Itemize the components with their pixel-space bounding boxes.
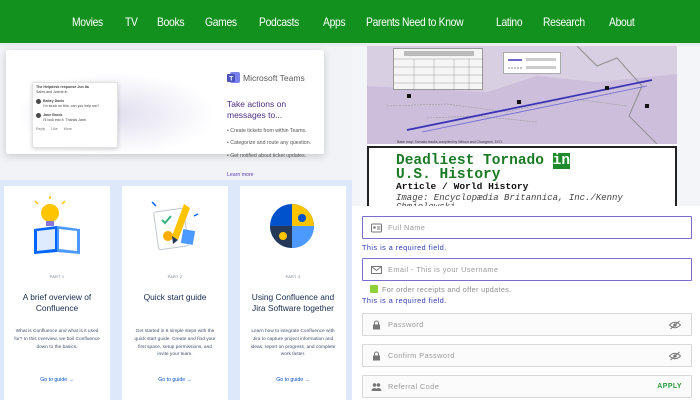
- offers-checkbox-label: For order receipts and offer updates.: [382, 285, 512, 294]
- nav-item-podcasts[interactable]: Podcasts: [259, 15, 299, 29]
- book-lightbulb-icon: [34, 196, 80, 254]
- guide-description: Learn how to integrate Confluence with J…: [250, 329, 336, 358]
- table-graphic: [394, 51, 484, 91]
- chat-message: Bailey Davis I'm stuck on this, can you …: [36, 99, 114, 109]
- map-caption: Base map: Tornado tracks compiled by Wil…: [397, 140, 503, 144]
- avatar: [36, 113, 41, 118]
- svg-text:T: T: [229, 76, 233, 83]
- chat-action-reply[interactable]: Reply: [36, 127, 45, 131]
- chat-text: I'm stuck on this, can you help me?: [43, 104, 100, 108]
- nav-item-books[interactable]: Books: [157, 15, 184, 29]
- confirm-password-field[interactable]: Confirm Password: [362, 344, 692, 367]
- article-category: Article / World History: [396, 181, 529, 192]
- email-error: This is a required field.: [362, 296, 447, 305]
- referral-code-field[interactable]: Referral Code APPLY: [362, 375, 692, 398]
- teams-feature-item: Create tickets from within Teams.: [227, 128, 311, 134]
- confirm-password-placeholder: Confirm Password: [388, 351, 455, 360]
- nav-item-apps[interactable]: Apps: [323, 15, 346, 29]
- offers-checkbox[interactable]: [370, 285, 378, 293]
- go-to-guide-link[interactable]: Go to guide →: [4, 377, 110, 383]
- lock-icon: [373, 351, 380, 361]
- tornado-track-map: Base map: Tornado tracks compiled by Wil…: [367, 46, 677, 144]
- tornado-article-panel: Base map: Tornado tracks compiled by Wil…: [367, 46, 677, 206]
- nav-menu: Movies TV Books Games Podcasts Apps Pare…: [72, 0, 656, 43]
- go-to-guide-link[interactable]: Go to guide →: [240, 377, 346, 383]
- hide-password-icon[interactable]: [669, 320, 681, 330]
- chat-subtitle: Sales and Jolene in: [36, 90, 68, 94]
- microsoft-teams-logo-icon: T: [227, 72, 240, 83]
- signup-form: Full Name This is a required field. Emai…: [352, 206, 700, 400]
- article-title-highlight: in: [552, 153, 571, 169]
- map-legend: [503, 52, 561, 74]
- nav-item-parents-need-to-know[interactable]: Parents Need to Know: [366, 15, 464, 29]
- map-data-table: [393, 48, 484, 91]
- nav-item-games[interactable]: Games: [205, 15, 237, 29]
- legend-graphic: [508, 58, 556, 69]
- guide-title: A brief overview of Confluence: [22, 292, 92, 313]
- teams-promo-card: The Helpdesk response Jun 8a Sales and J…: [6, 50, 324, 178]
- teams-headline: Take actions on messages to...: [227, 99, 287, 120]
- hide-password-icon[interactable]: [669, 351, 681, 361]
- nav-item-movies[interactable]: Movies: [72, 15, 103, 29]
- chat-message: Jane Brock I'll look into it. Thanks Jan…: [36, 113, 114, 123]
- full-name-error: This is a required field.: [362, 243, 447, 252]
- teams-feature-item: Get notified about ticket updates.: [227, 153, 311, 159]
- guide-title: Quick start guide: [143, 292, 207, 302]
- image-credit: Image: Encyclopædia Britannica, Inc./Ken…: [396, 193, 623, 207]
- nav-item-latino[interactable]: Latino: [496, 15, 523, 29]
- puzzle-globe-icon: [270, 204, 314, 248]
- guide-card-confluence-jira[interactable]: PART 3 Using Confluence and Jira Softwar…: [240, 186, 346, 400]
- nav-item-about[interactable]: About: [609, 15, 635, 29]
- guide-part-label: PART 1: [49, 275, 65, 279]
- guide-description: What is Confluence and what is it used f…: [14, 329, 100, 350]
- email-placeholder: Email - This is your Username: [388, 265, 499, 274]
- guide-part-label: PART 3: [285, 275, 301, 279]
- full-name-placeholder: Full Name: [388, 223, 426, 232]
- chat-action-more[interactable]: More: [64, 127, 72, 131]
- avatar: [36, 99, 41, 104]
- lock-icon: [373, 320, 380, 330]
- chat-actions: Reply Like More: [36, 127, 114, 131]
- teams-brand-name: Microsoft Teams: [243, 73, 305, 83]
- nav-item-tv[interactable]: TV: [125, 15, 138, 29]
- screenshot-collage: Movies TV Books Games Podcasts Apps Pare…: [0, 0, 700, 400]
- guide-card-quick-start[interactable]: PART 2 Quick start guide Get started in …: [122, 186, 228, 400]
- apply-button[interactable]: APPLY: [657, 383, 682, 390]
- chat-action-like[interactable]: Like: [51, 127, 58, 131]
- password-field[interactable]: Password: [362, 313, 692, 336]
- guide-card-overview[interactable]: PART 1 A brief overview of Confluence Wh…: [4, 186, 110, 400]
- nav-item-research[interactable]: Research: [543, 15, 585, 29]
- id-card-icon: [371, 223, 382, 233]
- password-placeholder: Password: [388, 320, 424, 329]
- chat-text: I'll look into it. Thanks Jane.: [43, 118, 87, 122]
- chat-preview: The Helpdesk response Jun 8a Sales and J…: [32, 82, 118, 148]
- referral-code-placeholder: Referral Code: [388, 382, 440, 391]
- go-to-guide-link[interactable]: Go to guide →: [122, 377, 228, 383]
- teams-feature-list: Create tickets from within Teams. Catego…: [227, 128, 311, 165]
- article-title: Deadliest Tornado in U.S. History: [396, 153, 571, 182]
- teams-promo-panel: The Helpdesk response Jun 8a Sales and J…: [0, 46, 352, 180]
- guide-part-label: PART 2: [167, 275, 183, 279]
- email-field[interactable]: Email - This is your Username: [362, 258, 692, 281]
- learn-more-link[interactable]: Learn more: [227, 172, 254, 178]
- guide-description: Get started in 6 simple steps with the q…: [134, 329, 216, 358]
- users-icon: [371, 383, 382, 391]
- teams-feature-item: Categorize and route any question.: [227, 140, 311, 146]
- top-navigation-bar: Movies TV Books Games Podcasts Apps Pare…: [0, 0, 700, 46]
- article-title-box: Deadliest Tornado in U.S. History Articl…: [367, 146, 677, 206]
- guide-title: Using Confluence and Jira Software toget…: [251, 292, 335, 313]
- envelope-icon: [371, 266, 382, 274]
- full-name-field[interactable]: Full Name: [362, 216, 692, 239]
- confluence-guides-panel: PART 1 A brief overview of Confluence Wh…: [0, 180, 352, 400]
- pencil-paper-icon: [151, 201, 199, 251]
